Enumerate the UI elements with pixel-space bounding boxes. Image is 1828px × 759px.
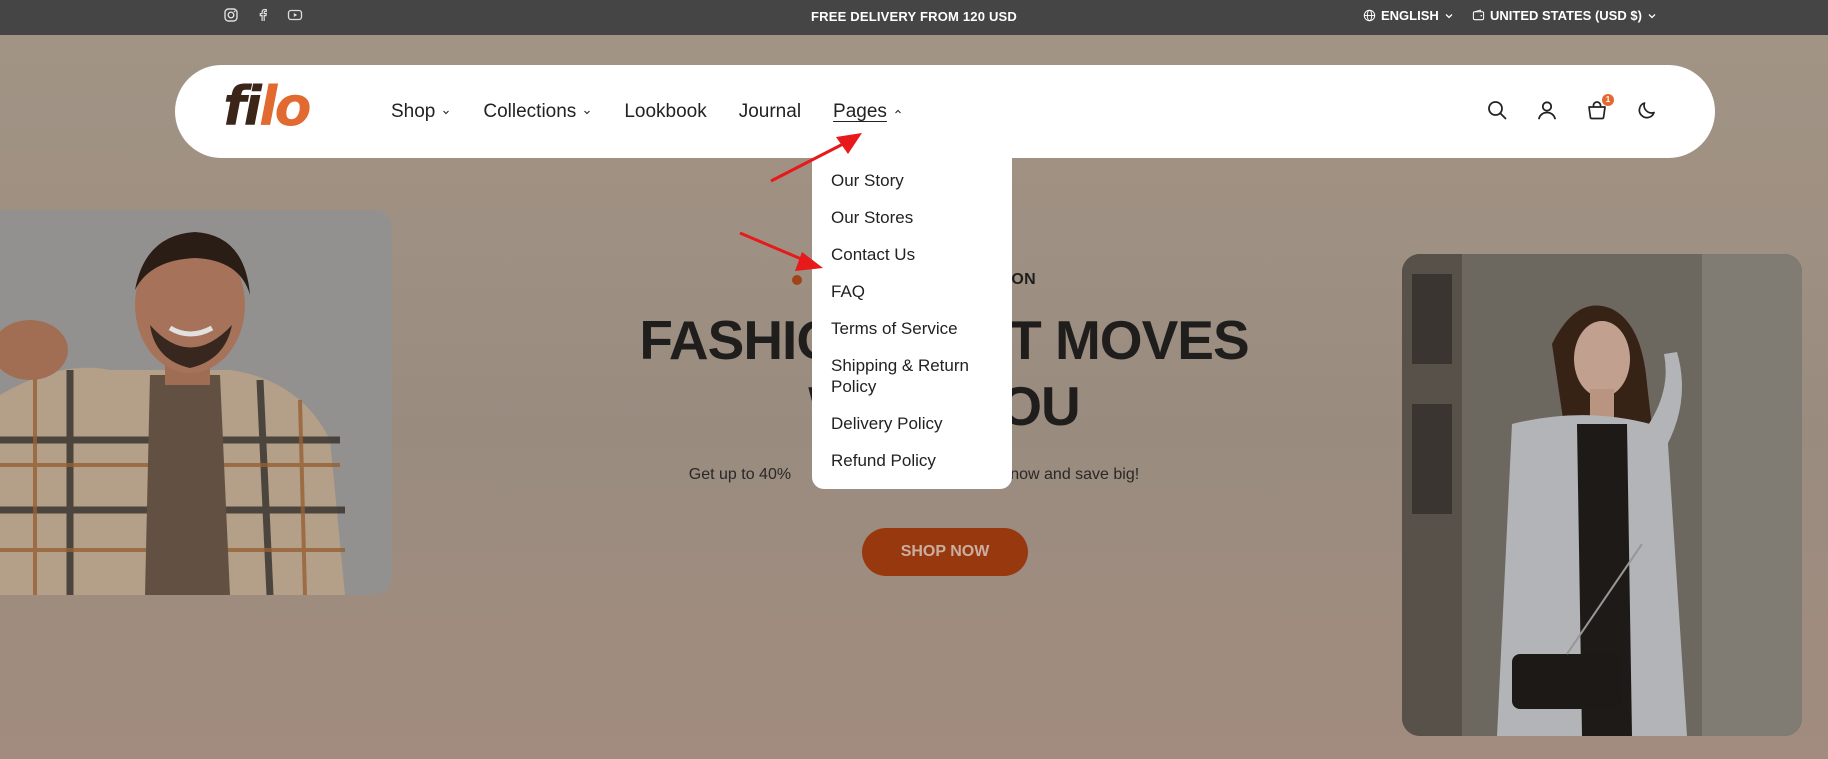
menu-item-delivery-policy[interactable]: Delivery Policy [812,413,1012,434]
chevron-down-icon [443,110,450,115]
chevron-up-icon [894,109,901,114]
account-icon[interactable] [1535,98,1559,122]
menu-item-faq[interactable]: FAQ [812,281,1012,302]
cart-icon[interactable]: 1 [1585,94,1614,122]
logo[interactable]: filo [223,80,312,134]
currency-label: UNITED STATES (USD $) [1490,8,1642,23]
menu-item-refund-policy[interactable]: Refund Policy [812,450,1012,471]
currency-selector[interactable]: UNITED STATES (USD $) [1472,8,1657,23]
nav-label: Lookbook [624,101,707,122]
nav-item-collections[interactable]: Collections [483,100,592,124]
globe-icon [1363,9,1376,22]
pages-dropdown-menu: Our Story Our Stores Contact Us FAQ Term… [812,158,1012,489]
announcement-bar: FREE DELIVERY FROM 120 USD ENGLISH UNITE… [0,0,1828,35]
wallet-icon [1472,9,1485,21]
menu-item-our-stores[interactable]: Our Stores [812,207,1012,228]
nav-label: Collections [483,101,577,122]
nav-label: Pages [833,101,887,122]
cart-count-badge: 1 [1602,94,1614,106]
site-header: filo Shop Collections Lookbook Journal P… [175,65,1715,158]
nav-item-journal[interactable]: Journal [739,100,801,124]
chevron-down-icon [584,110,591,115]
nav-label: Shop [391,101,436,122]
chevron-down-icon [1445,13,1453,18]
logo-part-2: lo [259,75,312,138]
search-icon[interactable] [1485,98,1509,122]
nav-item-pages[interactable]: Pages [833,100,903,124]
chevron-down-icon [1648,13,1656,18]
header-actions: 1 [1485,94,1659,122]
menu-item-shipping-return-policy[interactable]: Shipping & Return Policy [812,355,1000,397]
logo-part-1: fi [223,75,262,138]
nav-item-lookbook[interactable]: Lookbook [624,100,706,124]
language-label: ENGLISH [1381,8,1439,23]
nav-item-shop[interactable]: Shop [391,100,451,124]
main-nav: Shop Collections Lookbook Journal Pages [391,100,935,124]
theme-toggle-icon[interactable] [1635,98,1659,122]
language-selector[interactable]: ENGLISH [1363,8,1454,23]
nav-label: Journal [738,101,802,122]
menu-item-contact-us[interactable]: Contact Us [812,244,1012,265]
menu-item-our-story[interactable]: Our Story [812,170,1012,191]
menu-item-terms-of-service[interactable]: Terms of Service [812,318,1012,339]
